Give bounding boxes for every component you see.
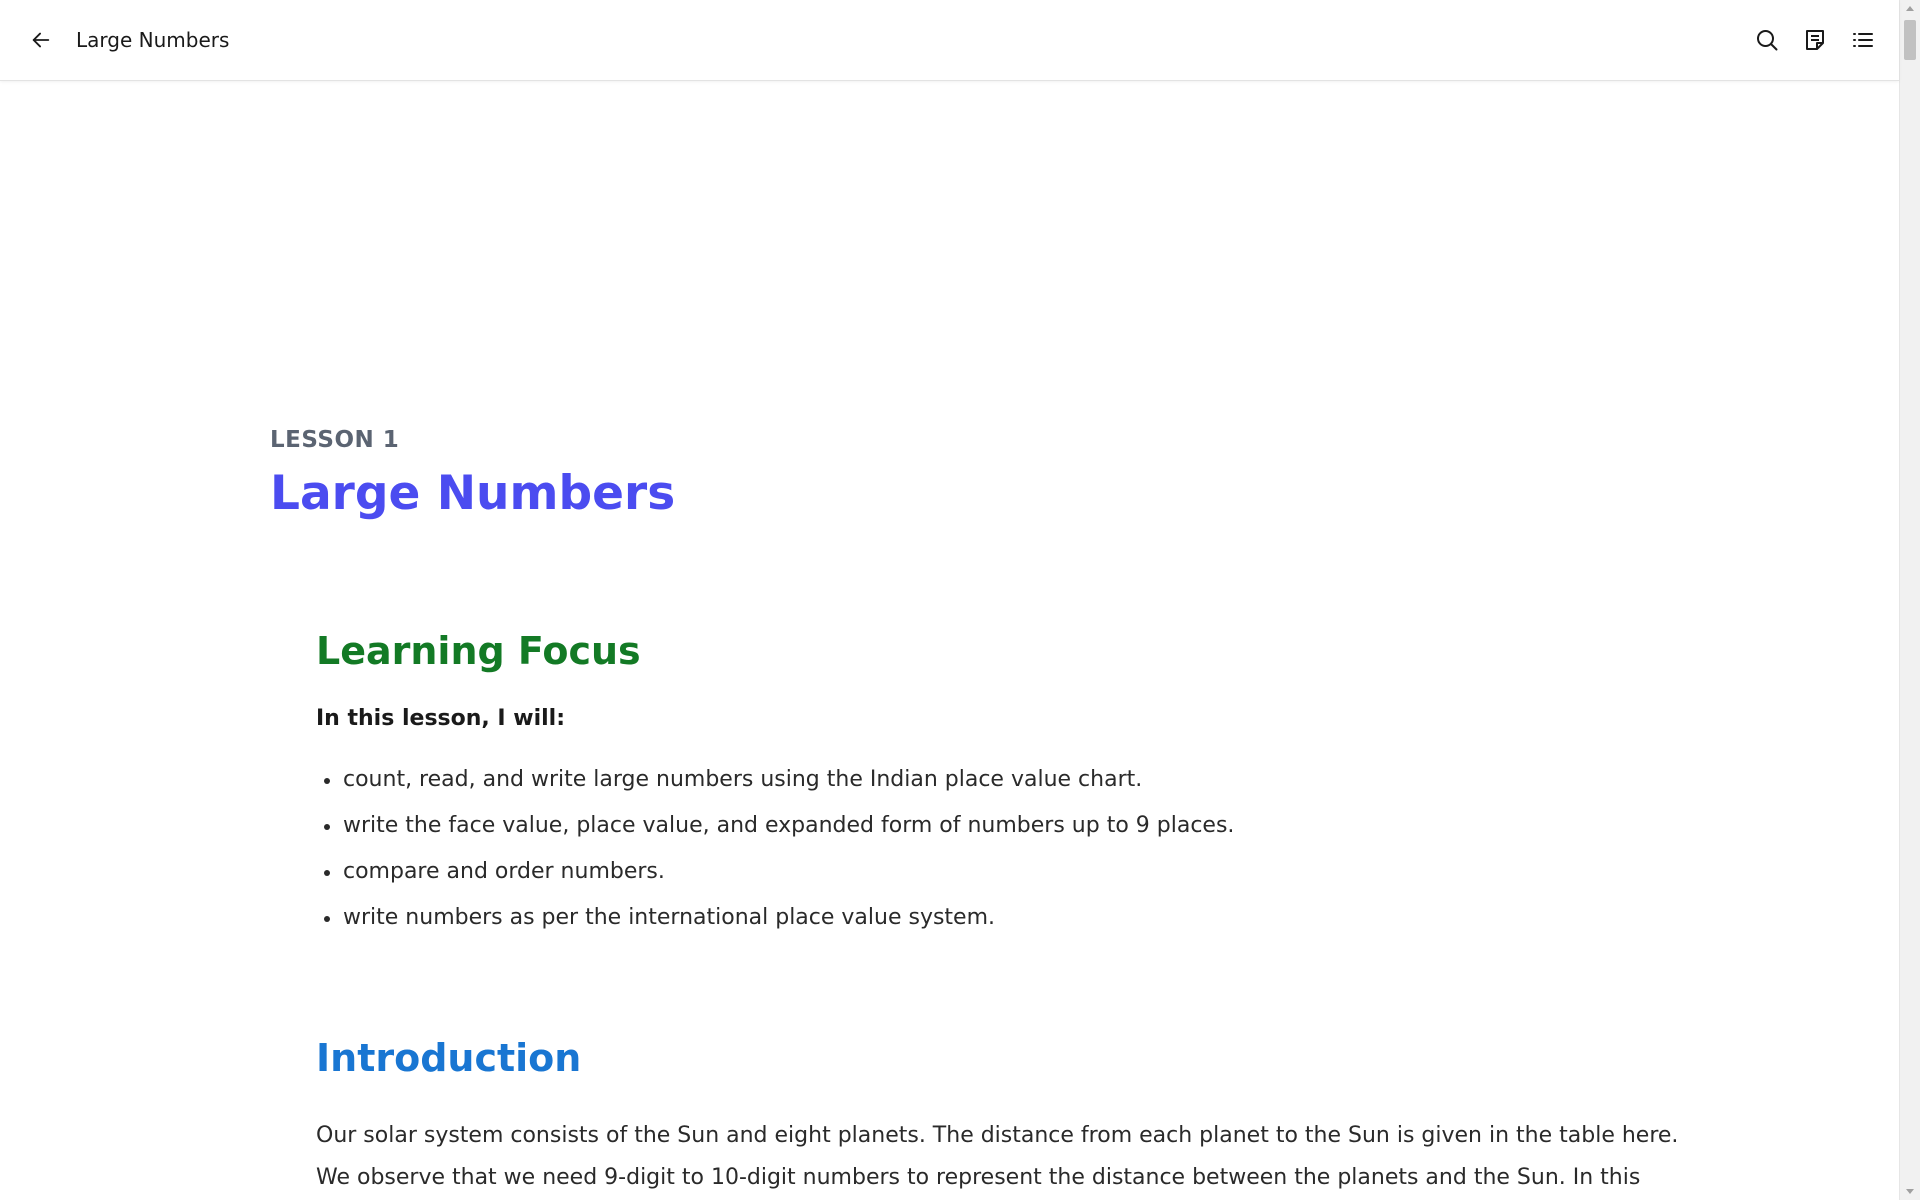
notes-icon: [1806, 30, 1824, 50]
list-icon: [1853, 33, 1873, 47]
list-item: write numbers as per the international p…: [323, 895, 1234, 941]
list-item: compare and order numbers.: [323, 849, 1234, 895]
search-icon: [1757, 30, 1778, 51]
paragraph-line: We observe that we need 9-digit to 10-di…: [316, 1165, 1641, 1190]
learning-focus-intro: In this lesson, I will:: [316, 706, 566, 731]
lesson-label: LESSON 1: [270, 427, 400, 453]
learning-focus-heading: Learning Focus: [316, 629, 641, 673]
introduction-paragraph: Our solar system consists of the Sun and…: [316, 1115, 1679, 1199]
list-item: count, read, and write large numbers usi…: [323, 757, 1234, 803]
lesson-title: Large Numbers: [270, 466, 676, 521]
learning-focus-list: count, read, and write large numbers usi…: [316, 757, 1234, 941]
vertical-scrollbar[interactable]: [1899, 0, 1920, 1200]
reader-app: Large Numbers LESSON 1 Large Numbers Lea…: [0, 0, 1920, 1200]
scroll-down-arrow-icon[interactable]: [1906, 1189, 1914, 1194]
reader-content[interactable]: LESSON 1 Large Numbers Learning Focus In…: [0, 81, 1899, 1200]
book-title: Large Numbers: [76, 28, 230, 52]
notes-button[interactable]: [1795, 20, 1835, 60]
search-button[interactable]: [1747, 20, 1787, 60]
table-of-contents-button[interactable]: [1843, 20, 1883, 60]
paragraph-line: Our solar system consists of the Sun and…: [316, 1123, 1679, 1148]
top-bar: Large Numbers: [0, 0, 1899, 81]
back-button[interactable]: [21, 20, 61, 60]
list-item: write the face value, place value, and e…: [323, 803, 1234, 849]
introduction-heading: Introduction: [316, 1036, 582, 1080]
arrow-left-icon: [32, 32, 50, 48]
scroll-up-arrow-icon[interactable]: [1906, 6, 1914, 11]
scroll-thumb[interactable]: [1904, 20, 1916, 60]
